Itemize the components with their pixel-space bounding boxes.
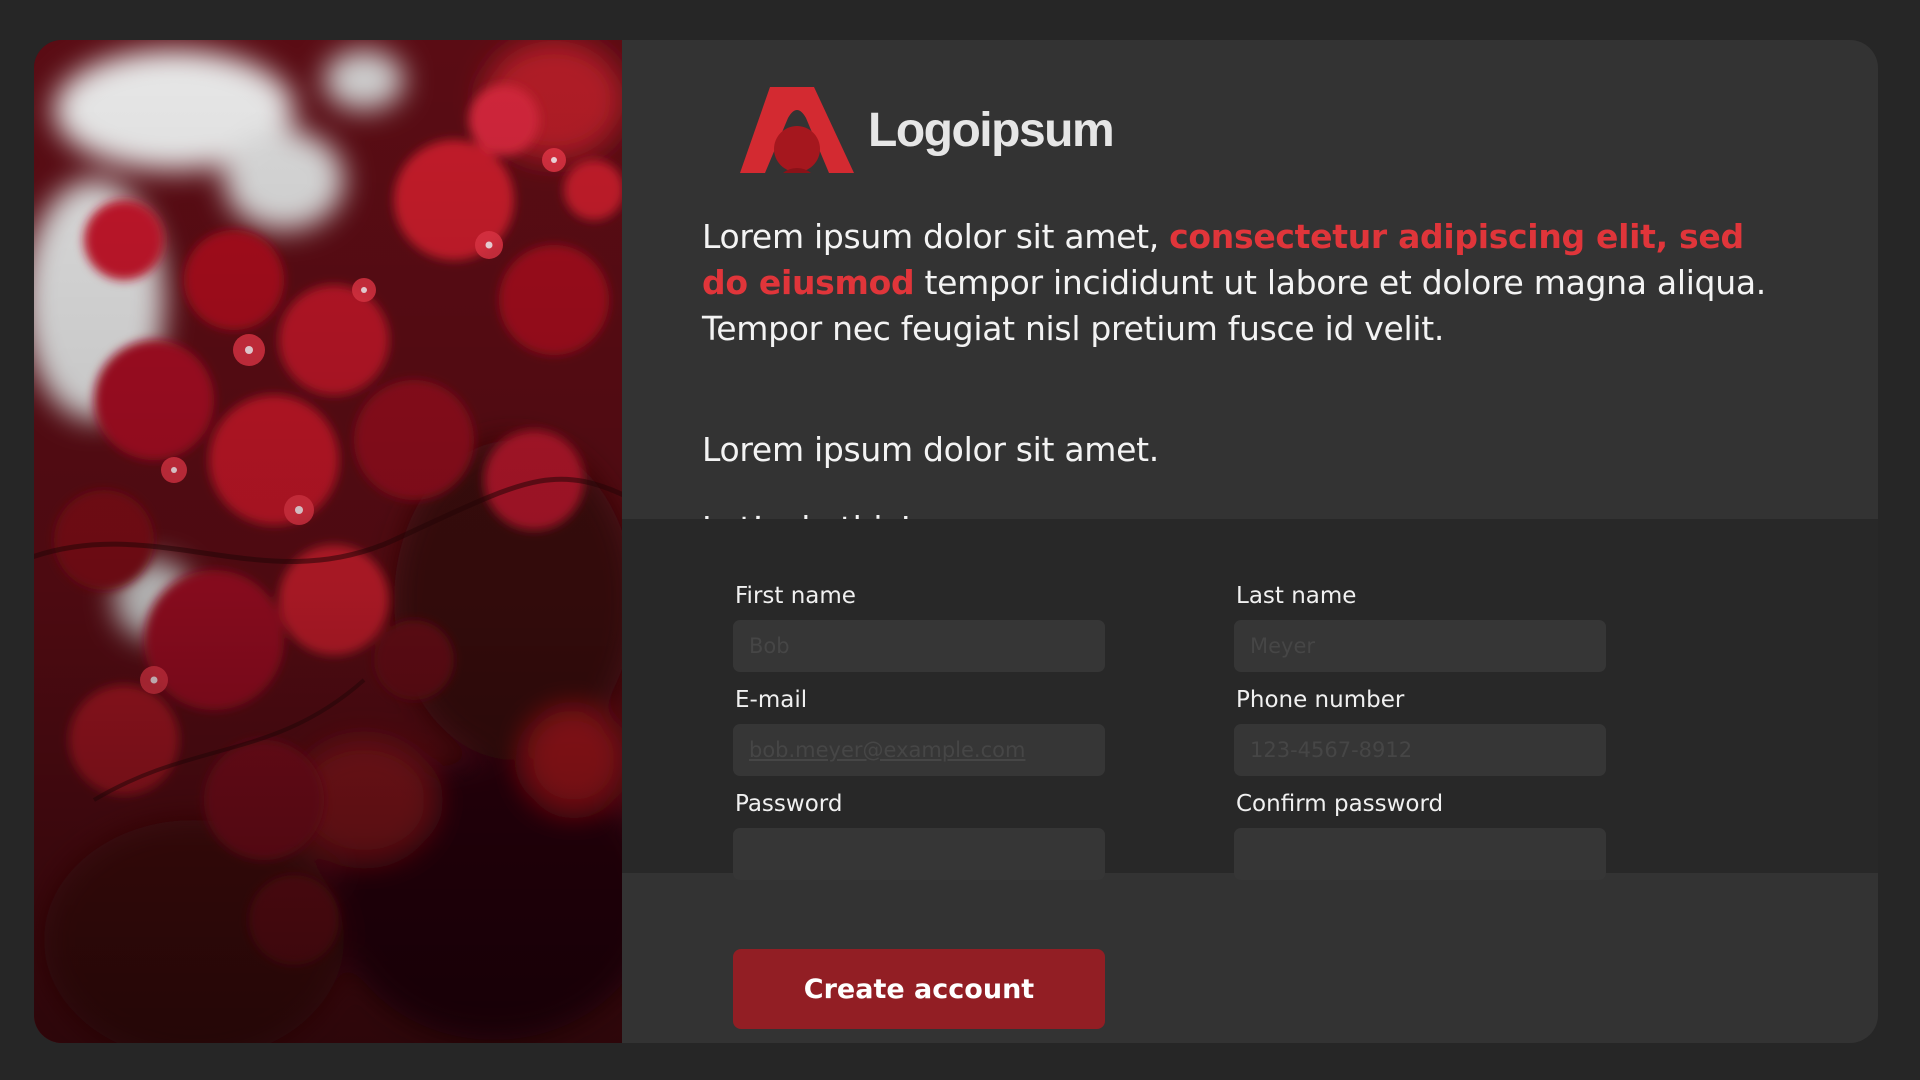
intro-text-start: Lorem ipsum dolor sit amet, — [702, 217, 1170, 256]
first-name-field: First name — [733, 581, 1105, 672]
first-name-input[interactable] — [733, 620, 1105, 672]
signup-card: Logoipsum Lorem ipsum dolor sit amet, co… — [34, 40, 1878, 1043]
confirm-password-input[interactable] — [1234, 828, 1606, 880]
password-field: Password — [733, 789, 1105, 880]
create-account-button[interactable]: Create account — [733, 949, 1105, 1029]
confirm-password-label: Confirm password — [1236, 791, 1444, 817]
last-name-field: Last name — [1234, 581, 1606, 672]
password-label: Password — [735, 791, 843, 817]
signup-content: Logoipsum Lorem ipsum dolor sit amet, co… — [622, 40, 1878, 1043]
logo-text: Logoipsum — [868, 103, 1115, 157]
last-name-label: Last name — [1236, 583, 1357, 609]
confirm-password-field: Confirm password — [1234, 789, 1606, 880]
logo-a-icon — [740, 87, 854, 173]
flower-photo — [34, 40, 622, 1043]
email-field: E-mail — [733, 685, 1105, 776]
tagline-text: Lorem ipsum dolor sit amet. — [702, 430, 1159, 469]
first-name-label: First name — [735, 583, 856, 609]
password-input[interactable] — [733, 828, 1105, 880]
phone-input[interactable] — [1234, 724, 1606, 776]
phone-field: Phone number — [1234, 685, 1606, 776]
logo: Logoipsum — [740, 87, 1115, 173]
intro-text: Lorem ipsum dolor sit amet, consectetur … — [702, 214, 1782, 352]
email-input[interactable] — [733, 724, 1105, 776]
last-name-input[interactable] — [1234, 620, 1606, 672]
email-label: E-mail — [735, 687, 808, 713]
phone-label: Phone number — [1236, 687, 1405, 713]
